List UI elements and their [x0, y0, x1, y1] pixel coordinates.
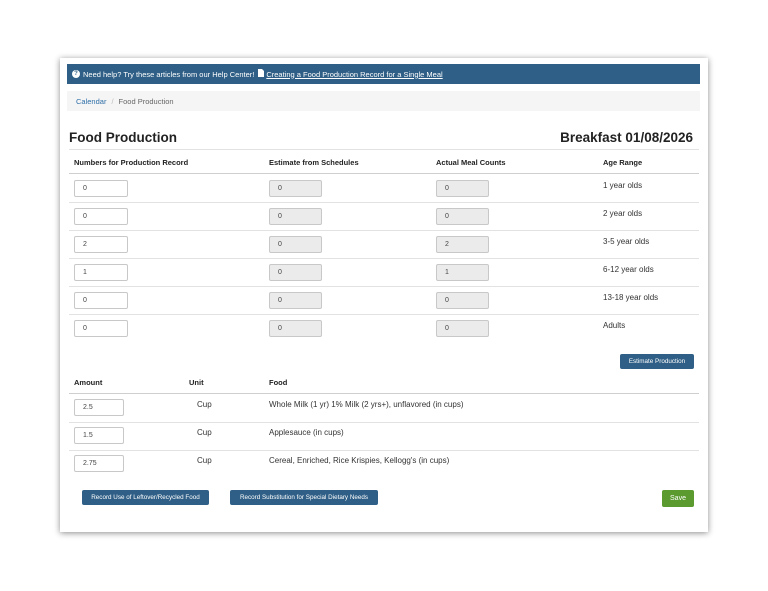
actual-count-field: 2 — [436, 236, 489, 253]
amount-input[interactable]: 2.5 — [74, 399, 124, 416]
age-range-label: 6-12 year olds — [603, 265, 654, 274]
food-production-panel: ? Need help? Try these articles from our… — [60, 58, 708, 532]
col-header-amount: Amount — [74, 378, 103, 387]
estimate-production-button[interactable]: Estimate Production — [620, 354, 694, 369]
table-header-divider — [69, 393, 699, 394]
unit-label: Cup — [197, 400, 212, 409]
age-range-label: 13-18 year olds — [603, 293, 659, 302]
row-divider — [69, 258, 699, 259]
food-label: Applesauce (in cups) — [269, 428, 344, 437]
col-header-actual: Actual Meal Counts — [436, 158, 506, 167]
age-range-label: 3-5 year olds — [603, 237, 650, 246]
amount-input[interactable]: 2.75 — [74, 455, 124, 472]
estimate-field: 0 — [269, 264, 322, 281]
breadcrumb: Calendar / Food Production — [67, 91, 700, 111]
save-button[interactable]: Save — [662, 490, 694, 507]
estimate-field: 0 — [269, 292, 322, 309]
unit-label: Cup — [197, 428, 212, 437]
food-label: Cereal, Enriched, Rice Krispies, Kellogg… — [269, 456, 450, 465]
actual-count-field: 0 — [436, 292, 489, 309]
actual-count-field: 1 — [436, 264, 489, 281]
col-header-unit: Unit — [189, 378, 204, 387]
col-header-food: Food — [269, 378, 288, 387]
production-number-input[interactable]: 0 — [74, 320, 128, 337]
unit-label: Cup — [197, 456, 212, 465]
production-number-input[interactable]: 0 — [74, 180, 128, 197]
age-range-label: 2 year olds — [603, 209, 643, 218]
col-header-numbers: Numbers for Production Record — [74, 158, 189, 167]
col-header-age: Age Range — [603, 158, 643, 167]
actual-count-field: 0 — [436, 320, 489, 337]
age-range-label: 1 year olds — [603, 181, 643, 190]
record-leftover-button[interactable]: Record Use of Leftover/Recycled Food — [82, 490, 209, 505]
breadcrumb-calendar-link[interactable]: Calendar — [76, 97, 106, 106]
help-bar: ? Need help? Try these articles from our… — [67, 64, 700, 84]
row-divider — [69, 230, 699, 231]
production-number-input[interactable]: 1 — [74, 264, 128, 281]
document-icon — [258, 69, 265, 79]
estimate-field: 0 — [269, 180, 322, 197]
row-divider — [69, 314, 699, 315]
table-header-divider — [69, 173, 699, 174]
divider — [69, 149, 699, 150]
breadcrumb-separator: / — [111, 96, 114, 106]
question-circle-icon: ? — [72, 70, 80, 78]
actual-count-field: 0 — [436, 208, 489, 225]
estimate-field: 0 — [269, 320, 322, 337]
food-label: Whole Milk (1 yr) 1% Milk (2 yrs+), unfl… — [269, 400, 464, 409]
page-title: Food Production — [69, 130, 177, 145]
production-number-input[interactable]: 0 — [74, 292, 128, 309]
amount-input[interactable]: 1.5 — [74, 427, 124, 444]
col-header-estimate: Estimate from Schedules — [269, 158, 359, 167]
age-range-label: Adults — [603, 321, 626, 330]
row-divider — [69, 202, 699, 203]
production-number-input[interactable]: 0 — [74, 208, 128, 225]
row-divider — [69, 422, 699, 423]
breadcrumb-current: Food Production — [118, 96, 174, 106]
row-divider — [69, 450, 699, 451]
estimate-field: 0 — [269, 236, 322, 253]
record-substitution-button[interactable]: Record Substitution for Special Dietary … — [230, 490, 378, 505]
row-divider — [69, 286, 699, 287]
estimate-field: 0 — [269, 208, 322, 225]
actual-count-field: 0 — [436, 180, 489, 197]
help-article-link[interactable]: Creating a Food Production Record for a … — [266, 70, 442, 79]
meal-title: Breakfast 01/08/2026 — [560, 130, 693, 145]
production-number-input[interactable]: 2 — [74, 236, 128, 253]
help-text: Need help? Try these articles from our H… — [83, 69, 255, 79]
